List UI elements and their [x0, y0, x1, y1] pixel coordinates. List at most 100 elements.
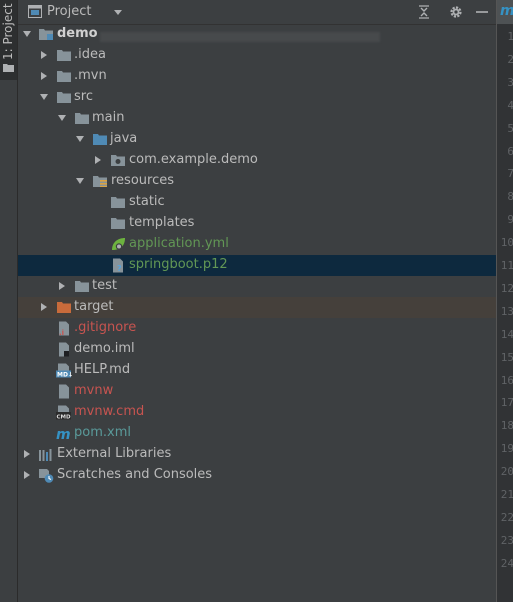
tree-node-label: Scratches and Consoles — [57, 467, 213, 482]
tree-node-static[interactable]: static — [18, 192, 496, 213]
line-number: 24 — [500, 556, 513, 570]
line-number: 9 — [507, 213, 513, 227]
tree-node-label: External Libraries — [57, 446, 172, 461]
tree-node-scratches[interactable]: Scratches and Consoles — [18, 465, 496, 486]
project-view-title[interactable]: Project — [47, 4, 91, 19]
resources-folder-icon — [93, 176, 107, 187]
line-number: 5 — [507, 121, 513, 135]
collapse-all-icon[interactable] — [416, 4, 432, 20]
folder-icon — [75, 281, 89, 292]
svg-text:?: ? — [117, 264, 122, 273]
chevron-down-icon[interactable] — [39, 92, 49, 102]
chevron-down-icon[interactable] — [75, 134, 85, 144]
line-number: 20 — [500, 465, 513, 479]
tree-node-application-yml[interactable]: application.yml — [18, 234, 496, 255]
module-folder-icon — [39, 29, 53, 40]
tree-node-label: .gitignore — [74, 320, 137, 335]
tree-node-label: mvnw — [74, 383, 114, 398]
chevron-right-icon[interactable] — [22, 470, 32, 480]
tree-node-label: demo — [57, 26, 98, 41]
minimize-icon[interactable] — [474, 4, 490, 20]
folder-icon — [3, 64, 14, 72]
chevron-right-icon[interactable] — [57, 281, 67, 291]
tree-node-label: test — [92, 278, 117, 293]
chevron-right-icon[interactable] — [39, 71, 49, 81]
tree-node-help-md[interactable]: MD↓ HELP.md — [18, 360, 496, 381]
chevron-right-icon[interactable] — [93, 155, 103, 165]
tree-node-external-libraries[interactable]: External Libraries — [18, 444, 496, 465]
tool-window-strip: 1: Project — [0, 0, 18, 602]
folder-icon — [57, 92, 71, 103]
tree-node-target[interactable]: target — [18, 297, 496, 318]
excluded-folder-icon — [57, 302, 71, 313]
tree-node-label: application.yml — [129, 236, 229, 251]
line-number: 15 — [500, 350, 513, 364]
svg-text:MD↓: MD↓ — [57, 372, 72, 379]
tree-node-demo[interactable]: demo — [18, 24, 496, 45]
line-number: 7 — [507, 167, 513, 181]
svg-text:CMD: CMD — [57, 414, 72, 420]
chevron-right-icon[interactable] — [22, 449, 32, 459]
tree-node-label: src — [74, 89, 93, 104]
tree-node-main[interactable]: main — [18, 108, 496, 129]
tree-node-label: resources — [111, 173, 175, 188]
line-number: 4 — [507, 98, 513, 112]
scratches-icon — [39, 469, 54, 483]
folder-icon — [75, 113, 89, 124]
tree-node-label: pom.xml — [74, 425, 131, 440]
line-number: 14 — [500, 327, 513, 341]
tree-node-label: .mvn — [74, 68, 107, 83]
line-number: 18 — [500, 419, 513, 433]
library-icon — [39, 449, 52, 461]
editor-tab-pom[interactable]: m — [497, 0, 513, 24]
spring-leaf-icon — [112, 238, 125, 250]
tree-node-label: templates — [129, 215, 195, 230]
gear-icon[interactable] — [448, 4, 464, 20]
tree-node-src[interactable]: src — [18, 87, 496, 108]
tree-node-templates[interactable]: templates — [18, 213, 496, 234]
chevron-down-icon[interactable] — [57, 113, 67, 123]
line-number: 23 — [500, 533, 513, 547]
folder-icon — [111, 218, 125, 229]
blurred-project-path — [100, 32, 380, 42]
chevron-down-icon[interactable] — [75, 176, 85, 186]
tree-node-label: HELP.md — [74, 362, 131, 377]
chevron-down-icon[interactable] — [22, 29, 32, 39]
project-tree: demo .idea .mvn src main java com.exampl… — [18, 24, 496, 602]
tree-node-mvnw[interactable]: mvnw — [18, 381, 496, 402]
markdown-file-icon: MD↓ — [56, 363, 72, 378]
tree-node-gitignore[interactable]: .i .gitignore — [18, 318, 496, 339]
project-view-icon — [28, 5, 42, 18]
folder-icon — [57, 50, 71, 61]
line-number: 21 — [500, 488, 513, 501]
tree-node-idea[interactable]: .idea — [18, 45, 496, 66]
line-number: 3 — [507, 75, 513, 89]
tree-node-label: demo.iml — [74, 341, 135, 356]
file-icon — [59, 384, 69, 399]
tree-node-mvnw-cmd[interactable]: CMD mvnw.cmd — [18, 402, 496, 423]
line-number: 12 — [500, 281, 513, 295]
tree-node-springboot-p12[interactable]: ? springboot.p12 — [18, 255, 496, 276]
tree-node-label: com.example.demo — [129, 152, 258, 167]
folder-icon — [57, 71, 71, 82]
cmd-file-icon: CMD — [56, 405, 72, 420]
project-tool-tab[interactable]: 1: Project — [0, 0, 17, 80]
chevron-down-icon[interactable] — [112, 6, 124, 18]
tree-node-pom-xml[interactable]: m pom.xml — [18, 423, 496, 444]
unknown-file-icon: ? — [113, 258, 123, 273]
chevron-right-icon[interactable] — [39, 302, 49, 312]
chevron-right-icon[interactable] — [39, 50, 49, 60]
svg-text:.i: .i — [59, 329, 64, 336]
tree-node-java[interactable]: java — [18, 129, 496, 150]
tree-node-test[interactable]: test — [18, 276, 496, 297]
line-number: 8 — [507, 190, 513, 204]
tree-node-resources[interactable]: resources — [18, 171, 496, 192]
tree-node-label: java — [110, 131, 138, 146]
line-number: 2 — [507, 52, 513, 66]
tree-node-demo-iml[interactable]: demo.iml — [18, 339, 496, 360]
svg-text:m: m — [56, 427, 71, 441]
tree-node-label: static — [129, 194, 165, 209]
line-number: 10 — [500, 236, 513, 250]
tree-node-package[interactable]: com.example.demo — [18, 150, 496, 171]
tree-node-mvn[interactable]: .mvn — [18, 66, 496, 87]
